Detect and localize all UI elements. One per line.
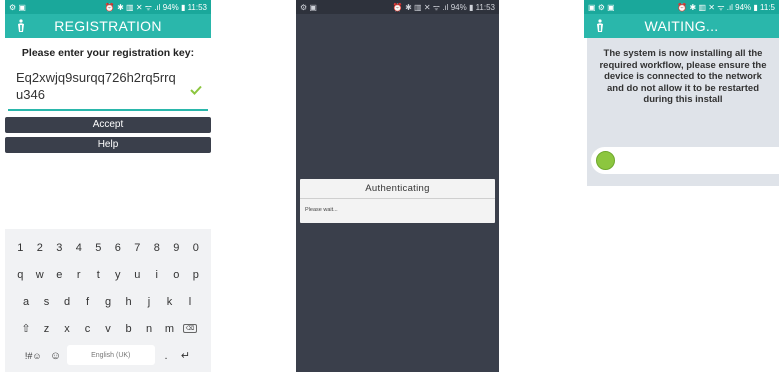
title-bar: REGISTRATION <box>5 14 211 38</box>
authenticating-dialog: Authenticating Please wait... <box>300 179 495 223</box>
status-bar: ▣ ⚙ ▣ ⏰ ✱ ▥ ✕ ᯤ .ıl 94% ▮ 11:5 <box>584 0 779 14</box>
key-m[interactable]: m <box>161 318 179 339</box>
key-6[interactable]: 6 <box>110 237 127 258</box>
app-logo-icon <box>597 19 603 32</box>
keyboard-row-function: !#☺ ☺ English (UK) . ↵ <box>5 345 211 366</box>
key-5[interactable]: 5 <box>90 237 107 258</box>
help-button[interactable]: Help <box>5 137 211 153</box>
registration-screen: ⚙ ▣ ⏰ ✱ ▥ ✕ ᯤ .ıl 94% ▮ 11:53 REGISTRATI… <box>5 0 211 372</box>
key-u[interactable]: u <box>129 264 146 285</box>
backspace-icon: ⌫ <box>183 324 197 333</box>
on-screen-keyboard: 1 2 3 4 5 6 7 8 9 0 q w e r t y u i o p … <box>5 229 211 372</box>
waiting-screen: ▣ ⚙ ▣ ⏰ ✱ ▥ ✕ ᯤ .ıl 94% ▮ 11:5 WAITING..… <box>584 0 779 372</box>
status-left-icons: ▣ ⚙ ▣ <box>588 2 615 12</box>
install-status-panel: The system is now installing all the req… <box>587 38 779 186</box>
key-x[interactable]: x <box>58 318 76 339</box>
status-right-icons: ⏰ ✱ ▥ ✕ ᯤ .ıl 94% ▮ 11:53 <box>104 2 207 12</box>
space-key[interactable]: English (UK) <box>66 345 155 365</box>
status-left-icons: ⚙ ▣ <box>9 2 26 12</box>
registration-prompt: Please enter your registration key: <box>21 47 195 59</box>
page-title: WAITING... <box>644 18 719 34</box>
key-r[interactable]: r <box>71 264 88 285</box>
progress-indicator <box>596 151 615 170</box>
key-t[interactable]: t <box>90 264 107 285</box>
key-h[interactable]: h <box>120 291 138 312</box>
key-a[interactable]: a <box>17 291 35 312</box>
status-left-icons: ⚙ ▣ <box>300 2 317 12</box>
key-g[interactable]: g <box>99 291 117 312</box>
key-p[interactable]: p <box>188 264 205 285</box>
key-v[interactable]: v <box>99 318 117 339</box>
emoji-key[interactable]: ☺ <box>47 345 64 366</box>
status-bar: ⚙ ▣ ⏰ ✱ ▥ ✕ ᯤ .ıl 94% ▮ 11:53 <box>296 0 499 14</box>
key-o[interactable]: o <box>168 264 185 285</box>
key-d[interactable]: d <box>58 291 76 312</box>
title-bar: WAITING... <box>584 14 779 38</box>
dialog-message: Please wait... <box>305 207 338 213</box>
key-8[interactable]: 8 <box>149 237 166 258</box>
status-right-icons: ⏰ ✱ ▥ ✕ ᯤ .ıl 94% ▮ 11:53 <box>392 2 495 12</box>
install-message: The system is now installing all the req… <box>599 48 767 105</box>
dialog-title: Authenticating <box>300 179 495 199</box>
key-z[interactable]: z <box>38 318 56 339</box>
authenticating-screen: ⚙ ▣ ⏰ ✱ ▥ ✕ ᯤ .ıl 94% ▮ 11:53 Authentica… <box>296 0 499 372</box>
key-b[interactable]: b <box>120 318 138 339</box>
key-l[interactable]: l <box>181 291 199 312</box>
key-y[interactable]: y <box>110 264 127 285</box>
enter-key[interactable]: ↵ <box>177 345 194 366</box>
status-right-icons: ⏰ ✱ ▥ ✕ ᯤ .ıl 94% ▮ 11:5 <box>677 2 775 12</box>
symbols-key[interactable]: !#☺ <box>22 345 44 366</box>
period-key[interactable]: . <box>158 345 175 366</box>
install-progress-bar <box>591 147 779 174</box>
keyboard-row-bottom: ⇧ z x c v b n m ⌫ <box>5 318 211 339</box>
key-2[interactable]: 2 <box>32 237 49 258</box>
registration-key-input[interactable]: Eq2xwjq9surqq726h2rq5rrq u346 <box>8 65 208 111</box>
key-w[interactable]: w <box>32 264 49 285</box>
key-0[interactable]: 0 <box>188 237 205 258</box>
keyboard-row-top: q w e r t y u i o p <box>5 264 211 285</box>
key-n[interactable]: n <box>140 318 158 339</box>
checkmark-icon <box>190 85 202 95</box>
key-c[interactable]: c <box>79 318 97 339</box>
shift-key[interactable]: ⇧ <box>17 318 35 339</box>
key-q[interactable]: q <box>12 264 29 285</box>
key-9[interactable]: 9 <box>168 237 185 258</box>
keyboard-row-numbers: 1 2 3 4 5 6 7 8 9 0 <box>5 237 211 258</box>
key-4[interactable]: 4 <box>71 237 88 258</box>
key-e[interactable]: e <box>51 264 68 285</box>
key-i[interactable]: i <box>149 264 166 285</box>
key-s[interactable]: s <box>38 291 56 312</box>
key-k[interactable]: k <box>161 291 179 312</box>
key-3[interactable]: 3 <box>51 237 68 258</box>
keyboard-row-middle: a s d f g h j k l <box>5 291 211 312</box>
app-logo-icon <box>18 19 24 32</box>
status-bar: ⚙ ▣ ⏰ ✱ ▥ ✕ ᯤ .ıl 94% ▮ 11:53 <box>5 0 211 14</box>
accept-button[interactable]: Accept <box>5 117 211 133</box>
backspace-key[interactable]: ⌫ <box>181 318 199 339</box>
key-1[interactable]: 1 <box>12 237 29 258</box>
key-f[interactable]: f <box>79 291 97 312</box>
key-j[interactable]: j <box>140 291 158 312</box>
page-title: REGISTRATION <box>54 18 162 34</box>
registration-key-value: Eq2xwjq9surqq726h2rq5rrq u346 <box>16 70 176 102</box>
key-7[interactable]: 7 <box>129 237 146 258</box>
